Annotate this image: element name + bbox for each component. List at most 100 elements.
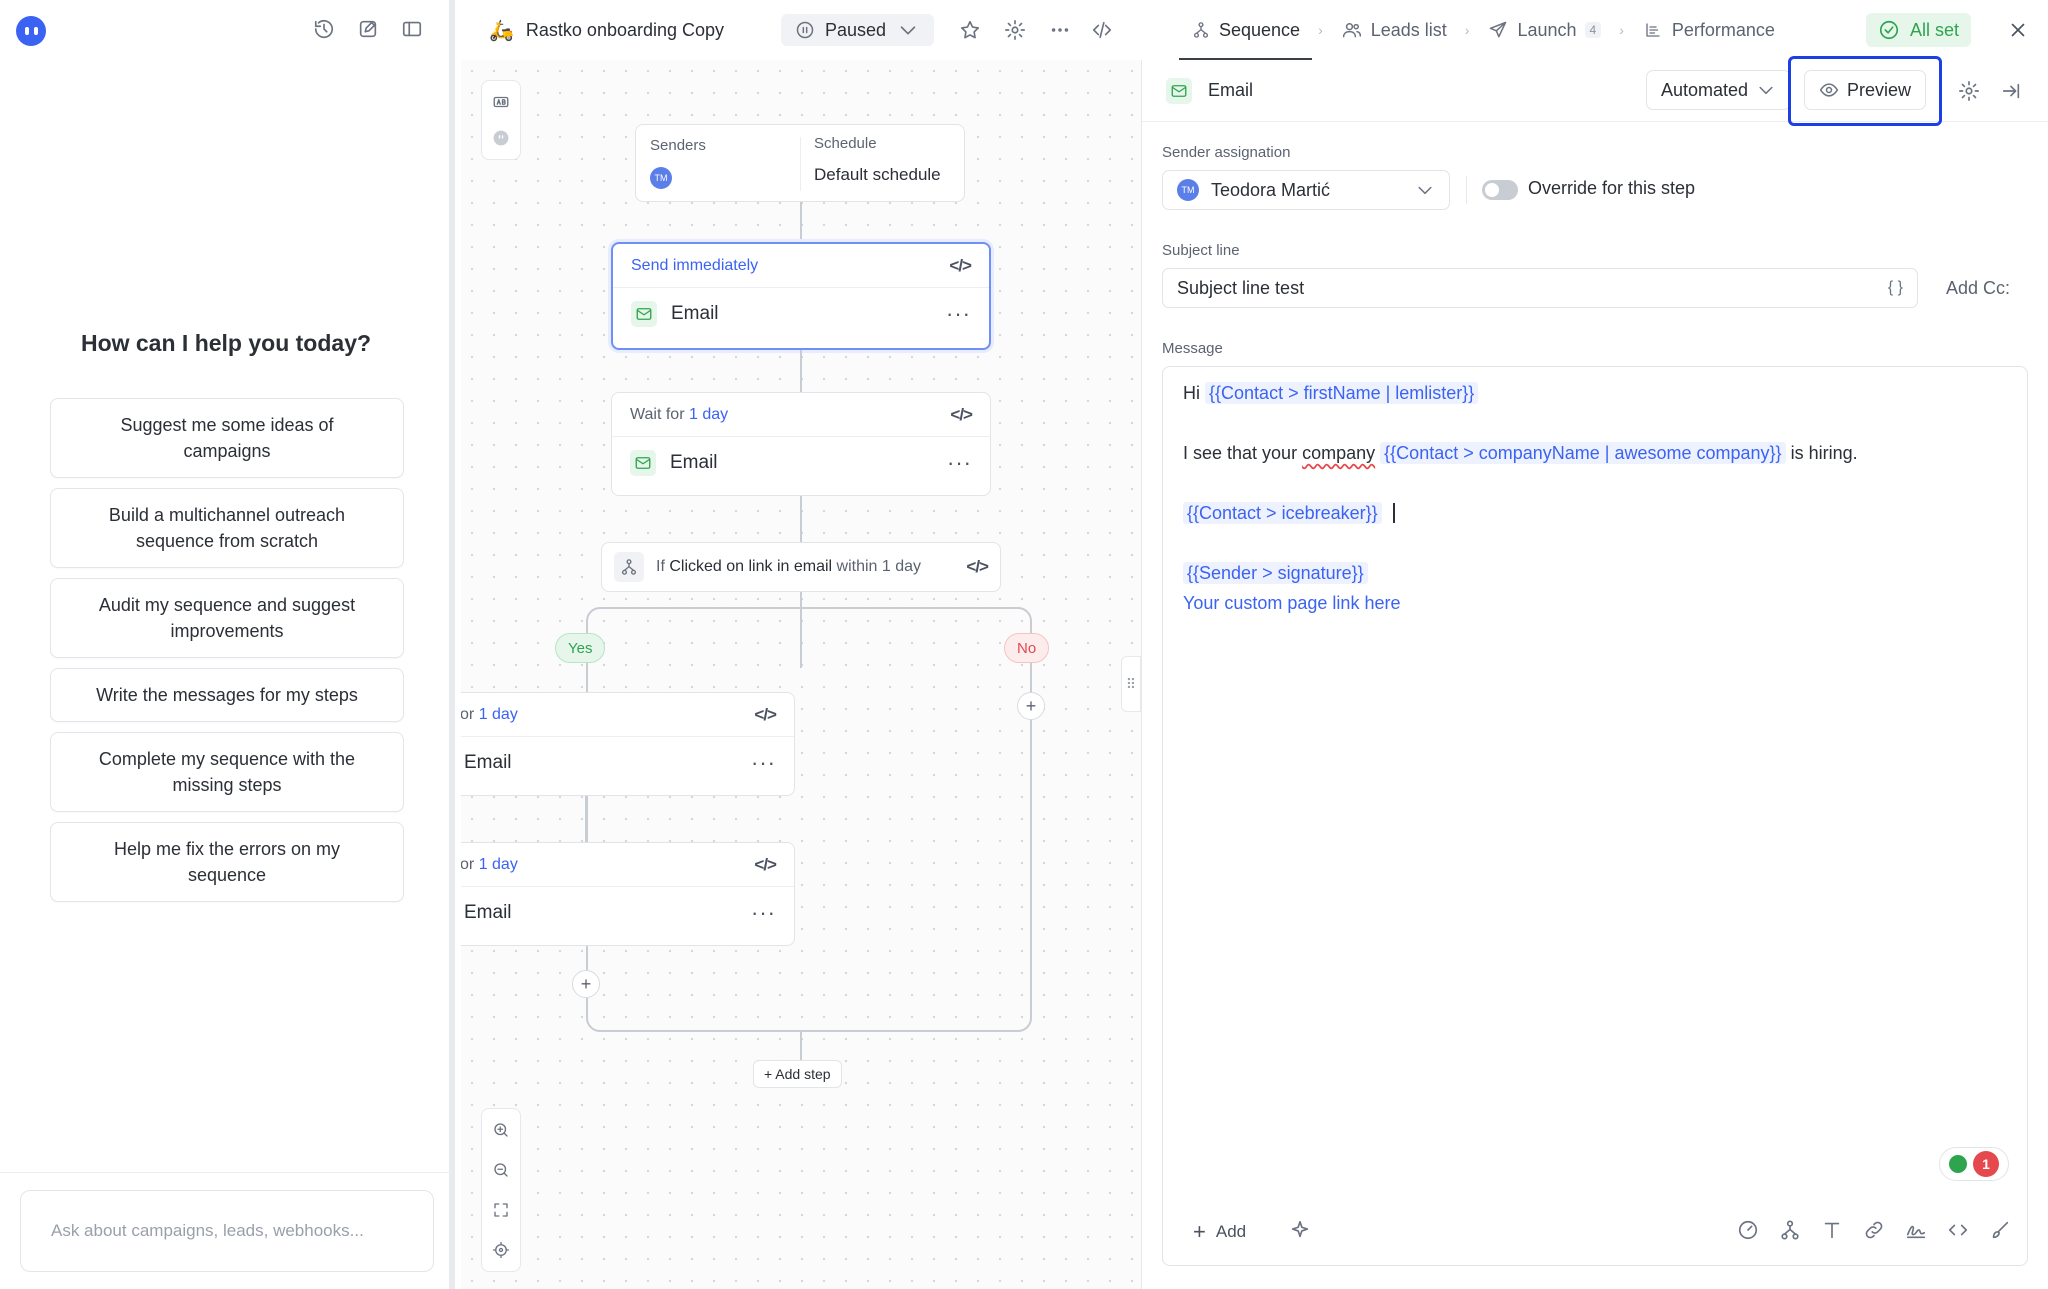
custom-page-link[interactable]: Your custom page link here xyxy=(1183,593,1400,614)
more-options-icon[interactable]: ··· xyxy=(751,900,776,926)
message-line: {{Sender > signature}} xyxy=(1183,562,1368,584)
message-text: is hiring. xyxy=(1790,443,1858,463)
wait-prefix: Wait for xyxy=(630,405,685,423)
top-bar: 🛵 Rastko onboarding Copy Paused Sequence… xyxy=(461,0,2048,60)
variable-tag[interactable]: {{Contact > firstName | lemlister}} xyxy=(1205,382,1479,404)
suggestion-write-messages[interactable]: Write the messages for my steps xyxy=(50,668,404,722)
sidebar-toggle-icon[interactable] xyxy=(399,16,425,42)
wait-value[interactable]: 1 day xyxy=(479,856,518,873)
code-icon[interactable]: </> xyxy=(949,256,972,276)
branch-step-email-1[interactable]: or 1 day </> Email ··· xyxy=(461,692,795,796)
add-cc-link[interactable]: Add Cc: xyxy=(1946,278,2010,299)
suggestion-campaign-ideas[interactable]: Suggest me some ideas of campaigns xyxy=(50,398,404,478)
variable-tag[interactable]: {{Contact > icebreaker}} xyxy=(1183,502,1382,524)
wait-prefix: or xyxy=(461,855,475,873)
yes-branch-label: Yes xyxy=(555,633,606,663)
chevron-right-icon: › xyxy=(1619,22,1624,38)
branch-step-email-2[interactable]: or 1 day </> Email ··· xyxy=(461,842,795,946)
sender-select[interactable]: TM Teodora Martić xyxy=(1162,170,1450,210)
editor-header: Email Automated Preview xyxy=(1142,56,2048,126)
suggestion-build-sequence[interactable]: Build a multichannel outreach sequence f… xyxy=(50,488,404,568)
recenter-icon[interactable] xyxy=(490,1239,512,1261)
step-email-2[interactable]: Wait for 1 day </> Email ··· xyxy=(611,392,991,496)
ai-sparkle-icon[interactable] xyxy=(1287,1217,1313,1243)
drag-handle-icon[interactable]: ⠿ xyxy=(1121,656,1141,712)
settings-gear-icon[interactable] xyxy=(1002,17,1028,43)
step-body: Email ··· xyxy=(461,737,794,789)
step-body: Email ··· xyxy=(612,437,990,489)
condition-node[interactable]: If Clicked on link in email within 1 day… xyxy=(601,542,1001,592)
ab-test-icon[interactable] xyxy=(490,91,512,113)
zoom-in-icon[interactable] xyxy=(490,1119,512,1141)
mode-dropdown[interactable]: Automated xyxy=(1646,70,1792,110)
new-chat-icon[interactable] xyxy=(355,16,381,42)
variable-tag[interactable]: {{Contact > companyName | awesome compan… xyxy=(1380,442,1786,464)
wait-value[interactable]: 1 day xyxy=(479,706,518,723)
subject-line-input[interactable]: Subject line test { } xyxy=(1162,268,1918,308)
tab-launch[interactable]: Launch 4 xyxy=(1475,0,1613,60)
more-options-icon[interactable]: ··· xyxy=(946,301,971,327)
add-step-button[interactable]: + Add step xyxy=(753,1060,842,1088)
tab-leads-list[interactable]: Leads list xyxy=(1329,0,1459,60)
code-icon[interactable]: </> xyxy=(754,705,777,725)
assistant-chat-input[interactable]: Ask about campaigns, leads, webhooks... xyxy=(20,1190,434,1272)
lemlist-logo[interactable] xyxy=(16,16,46,46)
step-type: Email xyxy=(670,452,718,473)
more-options-icon[interactable]: ··· xyxy=(751,750,776,776)
sequence-canvas[interactable]: Senders TM Schedule Default schedule Sen… xyxy=(461,60,1141,1289)
message-line: {{Contact > icebreaker}} xyxy=(1183,502,1400,524)
link-icon[interactable] xyxy=(1861,1217,1887,1243)
suggestion-audit-sequence[interactable]: Audit my sequence and suggest improvemen… xyxy=(50,578,404,658)
add-step-no-branch[interactable]: + xyxy=(1017,692,1045,720)
fit-view-icon[interactable] xyxy=(490,1199,512,1221)
code-icon[interactable]: </> xyxy=(754,855,777,875)
collapse-panel-icon[interactable] xyxy=(1998,78,2024,104)
text-format-icon[interactable] xyxy=(1819,1217,1845,1243)
no-branch-label: No xyxy=(1004,633,1050,663)
code-icon[interactable] xyxy=(1945,1217,1971,1243)
assistant-heading: How can I help you today? xyxy=(80,330,372,356)
zoom-out-icon[interactable] xyxy=(490,1159,512,1181)
schedule-value: Default schedule xyxy=(814,165,941,184)
code-icon[interactable] xyxy=(1089,17,1115,43)
message-editor[interactable]: Hi {{Contact > firstName | lemlister}} I… xyxy=(1162,366,2028,1266)
override-toggle[interactable] xyxy=(1482,180,1518,200)
variable-tag[interactable]: {{Sender > signature}} xyxy=(1183,562,1368,584)
close-icon[interactable] xyxy=(2005,17,2031,43)
more-options-icon[interactable] xyxy=(1047,17,1073,43)
grammar-checker-widget[interactable]: 1 xyxy=(1939,1147,2009,1181)
history-icon[interactable] xyxy=(311,16,337,42)
launch-count-badge: 4 xyxy=(1584,22,1602,38)
step-email-1[interactable]: Send immediately </> Email ··· xyxy=(611,242,991,350)
tab-sequence[interactable]: Sequence xyxy=(1179,0,1313,60)
variable-braces-icon[interactable]: { } xyxy=(1888,279,1903,297)
issue-count-badge: 1 xyxy=(1973,1151,1999,1177)
brush-icon[interactable] xyxy=(1987,1217,2013,1243)
branch-icon[interactable] xyxy=(1777,1217,1803,1243)
code-icon[interactable]: </> xyxy=(966,557,989,577)
star-icon[interactable] xyxy=(957,17,983,43)
wait-value[interactable]: 1 day xyxy=(689,406,728,423)
add-step-yes-branch[interactable]: + xyxy=(572,970,600,998)
more-options-icon[interactable]: ··· xyxy=(947,450,972,476)
sender-name: Teodora Martić xyxy=(1211,179,1331,200)
code-icon[interactable]: </> xyxy=(950,405,973,425)
status-dropdown[interactable]: Paused xyxy=(781,14,935,46)
senders-schedule-node[interactable]: Senders TM Schedule Default schedule xyxy=(635,124,965,202)
speed-icon[interactable] xyxy=(1735,1217,1761,1243)
suggestion-complete-sequence[interactable]: Complete my sequence with the missing st… xyxy=(50,732,404,812)
add-button[interactable]: + Add xyxy=(1193,1219,1246,1245)
pause-icon xyxy=(795,20,815,40)
step-header: or 1 day </> xyxy=(461,843,794,887)
assistant-face-icon[interactable] xyxy=(490,127,512,149)
connector-line xyxy=(800,1032,802,1062)
tab-performance[interactable]: Performance xyxy=(1630,0,1787,60)
sequence-icon xyxy=(1191,17,1211,43)
suggestion-fix-errors[interactable]: Help me fix the errors on my sequence xyxy=(50,822,404,902)
all-set-status[interactable]: All set xyxy=(1866,13,1972,47)
signature-icon[interactable] xyxy=(1903,1217,1929,1243)
campaign-title[interactable]: 🛵 Rastko onboarding Copy xyxy=(489,0,724,60)
settings-gear-icon[interactable] xyxy=(1956,78,1982,104)
sender-avatar: TM xyxy=(650,167,672,189)
step-type: Email xyxy=(464,902,512,923)
